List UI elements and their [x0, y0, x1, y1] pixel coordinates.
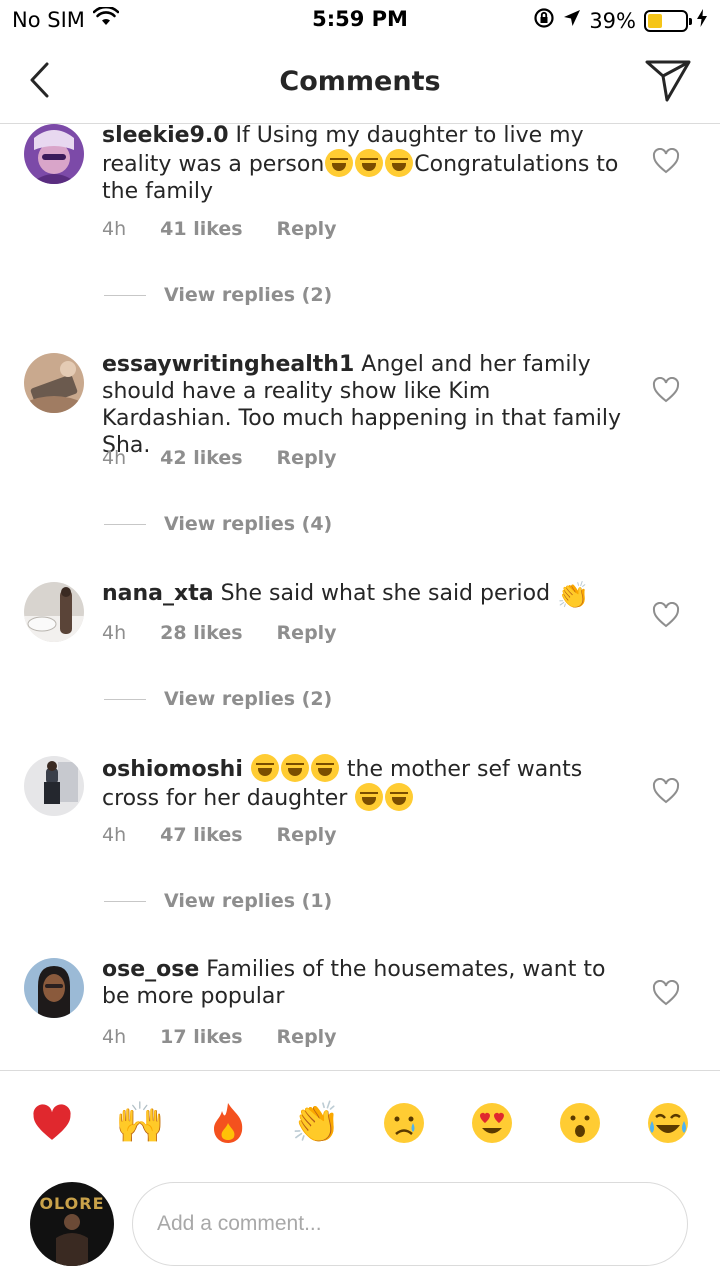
- comment-time: 4h: [102, 447, 127, 469]
- back-button[interactable]: [18, 58, 62, 102]
- tears-of-joy-emoji: [355, 783, 384, 811]
- chevron-left-icon: [30, 62, 49, 98]
- location-arrow-icon: [563, 8, 581, 33]
- heart-eyes-reaction[interactable]: [462, 1093, 522, 1153]
- charging-bolt-icon: [696, 8, 708, 33]
- page-title: Comments: [279, 66, 441, 97]
- crying-face-icon: [384, 1102, 424, 1143]
- avatar[interactable]: [24, 353, 84, 413]
- comment-username[interactable]: oshiomoshi: [102, 757, 243, 782]
- view-replies-button[interactable]: View replies (1): [104, 890, 332, 912]
- red-heart-icon: [33, 1103, 71, 1140]
- comment-time: 4h: [102, 622, 127, 644]
- avatar[interactable]: [24, 124, 84, 184]
- surprised-face-reaction[interactable]: [550, 1093, 610, 1153]
- paper-plane-icon: [645, 60, 691, 102]
- fire-reaction[interactable]: [198, 1093, 258, 1153]
- tears-of-joy-emoji: [385, 149, 414, 177]
- battery-icon: [644, 9, 692, 32]
- avatar[interactable]: [24, 756, 84, 816]
- like-heart-icon[interactable]: [652, 377, 680, 403]
- avatar-logo-text: OLORE: [39, 1194, 105, 1213]
- comment-time: 4h: [102, 218, 127, 240]
- comments-list[interactable]: sleekie9.0 If Using my daughter to live …: [0, 124, 720, 1070]
- tears-of-joy-reaction[interactable]: [638, 1093, 698, 1153]
- comment-text: sleekie9.0 If Using my daughter to live …: [102, 124, 622, 205]
- comment-likes[interactable]: 41 likes: [160, 218, 242, 240]
- fire-icon: [214, 1102, 243, 1143]
- comment-likes[interactable]: 42 likes: [160, 447, 242, 469]
- like-heart-icon[interactable]: [652, 778, 680, 804]
- comment-username[interactable]: sleekie9.0: [102, 124, 229, 148]
- status-bar: No SIM 5:59 PM 39%: [0, 0, 720, 40]
- comment-time: 4h: [102, 1026, 127, 1048]
- clapping-hands-icon: 👏: [291, 1100, 341, 1146]
- quick-reactions-bar: 🙌 👏: [0, 1070, 720, 1174]
- view-replies-button[interactable]: View replies (2): [104, 284, 332, 306]
- comment-body: She said what she said period: [220, 581, 551, 606]
- battery-percent: 39%: [589, 8, 636, 33]
- comments-header: Comments: [0, 40, 720, 124]
- comment-time: 4h: [102, 824, 127, 846]
- reply-button[interactable]: Reply: [277, 1026, 337, 1048]
- comment-meta: 4h 17 likes Reply: [102, 1026, 371, 1048]
- divider-line: [104, 294, 146, 296]
- raising-hands-icon: 🙌: [115, 1100, 165, 1146]
- reply-button[interactable]: Reply: [277, 447, 337, 469]
- tears-of-joy-emoji: [280, 754, 309, 782]
- tears-of-joy-emoji: [355, 149, 384, 177]
- crying-face-reaction[interactable]: [374, 1093, 434, 1153]
- tears-of-joy-emoji: [250, 754, 279, 782]
- tears-of-joy-emoji: [310, 754, 339, 782]
- rotation-lock-icon: [533, 7, 555, 34]
- comment-username[interactable]: essaywritinghealth1: [102, 352, 354, 377]
- comment-meta: 4h 47 likes Reply: [102, 824, 371, 846]
- my-avatar[interactable]: OLORE: [30, 1182, 114, 1266]
- clapping-hands-emoji: 👏: [557, 581, 590, 611]
- avatar[interactable]: [24, 582, 84, 642]
- like-heart-icon[interactable]: [652, 980, 680, 1006]
- comment-username[interactable]: nana_xta: [102, 581, 214, 606]
- clapping-hands-reaction[interactable]: 👏: [286, 1093, 346, 1153]
- reply-button[interactable]: Reply: [277, 824, 337, 846]
- view-replies-label: View replies (2): [164, 688, 333, 710]
- surprised-face-icon: [560, 1102, 600, 1143]
- tears-of-joy-emoji: [385, 783, 414, 811]
- like-heart-icon[interactable]: [652, 148, 680, 174]
- comment-text: oshiomoshi the mother sef wants cross fo…: [102, 754, 622, 812]
- view-replies-button[interactable]: View replies (2): [104, 688, 332, 710]
- view-replies-label: View replies (2): [164, 284, 333, 306]
- divider-line: [104, 698, 146, 700]
- add-comment-input[interactable]: [132, 1182, 688, 1266]
- comment-text: ose_ose Families of the housemates, want…: [102, 956, 622, 1010]
- like-heart-icon[interactable]: [652, 602, 680, 628]
- comment-meta: 4h 28 likes Reply: [102, 622, 371, 644]
- view-replies-label: View replies (1): [164, 890, 333, 912]
- comment-meta: 4h 41 likes Reply: [102, 218, 371, 240]
- red-heart-reaction[interactable]: [22, 1093, 82, 1153]
- comment-likes[interactable]: 47 likes: [160, 824, 242, 846]
- reply-button[interactable]: Reply: [277, 218, 337, 240]
- comment-likes[interactable]: 17 likes: [160, 1026, 242, 1048]
- tears-of-joy-icon: [648, 1102, 688, 1143]
- heart-eyes-icon: [472, 1102, 512, 1143]
- tears-of-joy-emoji: [325, 149, 354, 177]
- comment-text: essaywritinghealth1 Angel and her family…: [102, 351, 622, 459]
- reply-button[interactable]: Reply: [277, 622, 337, 644]
- divider-line: [104, 523, 146, 525]
- comment-meta: 4h 42 likes Reply: [102, 447, 371, 469]
- comment-likes[interactable]: 28 likes: [160, 622, 242, 644]
- view-replies-label: View replies (4): [164, 513, 333, 535]
- share-button[interactable]: [642, 54, 694, 106]
- raising-hands-reaction[interactable]: 🙌: [110, 1093, 170, 1153]
- divider-line: [104, 900, 146, 902]
- comment-composer: OLORE: [0, 1174, 720, 1280]
- view-replies-button[interactable]: View replies (4): [104, 513, 332, 535]
- comment-text: nana_xta She said what she said period 👏: [102, 580, 622, 610]
- comment-username[interactable]: ose_ose: [102, 957, 199, 982]
- avatar[interactable]: [24, 958, 84, 1018]
